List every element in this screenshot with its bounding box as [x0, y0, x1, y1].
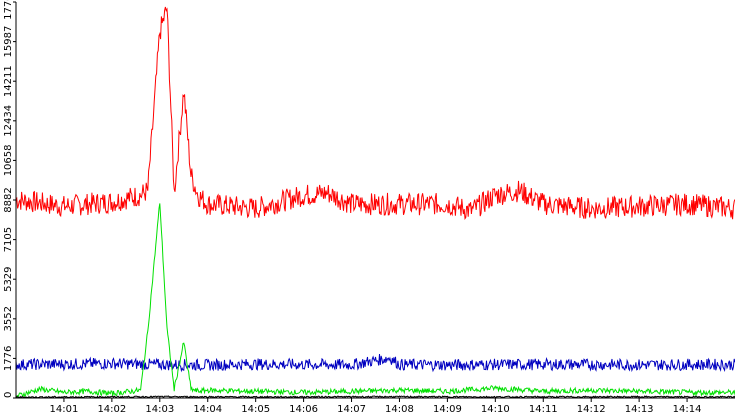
y-tick-label-7: 12434 — [3, 105, 14, 137]
y-tick-label-9: 15987 — [3, 26, 14, 58]
series-line-3 — [15, 395, 735, 399]
x-tick-label-3: 14:04 — [193, 404, 222, 415]
x-tick-label-2: 14:03 — [145, 404, 174, 415]
x-tick-label-6: 14:07 — [337, 404, 366, 415]
y-tick-label-10: 17764 — [3, 0, 14, 20]
series-layer — [15, 6, 735, 399]
y-tick-label-4: 7105 — [3, 227, 14, 252]
x-tick-label-1: 14:02 — [97, 404, 126, 415]
series-line-2 — [15, 203, 735, 398]
x-tick-label-13: 14:14 — [673, 404, 702, 415]
x-tick-label-5: 14:06 — [289, 404, 318, 415]
y-tick-label-5: 8882 — [3, 187, 14, 212]
x-tick-label-11: 14:12 — [577, 404, 606, 415]
y-tick-label-6: 10658 — [3, 144, 14, 176]
x-tick-label-0: 14:01 — [50, 404, 79, 415]
series-line-1 — [15, 353, 735, 373]
x-tick-label-8: 14:09 — [433, 404, 462, 415]
x-tick-label-12: 14:13 — [625, 404, 654, 415]
x-tick-label-9: 14:10 — [481, 404, 510, 415]
x-tick-label-7: 14:08 — [385, 404, 414, 415]
x-tick-label-10: 14:11 — [529, 404, 558, 415]
y-tick-label-0: 0 — [3, 392, 14, 398]
chart-svg: 14:01 14:02 14:03 14:04 14:05 14:06 14:07 14:08… — [3, 0, 735, 415]
y-tick-label-1: 1776 — [3, 346, 14, 371]
chart: 14:01 14:02 14:03 14:04 14:05 14:06 14:07 14:08… — [0, 0, 735, 415]
series-line-0 — [15, 6, 735, 220]
x-tick-label-4: 14:05 — [241, 404, 270, 415]
y-tick-label-3: 5329 — [3, 266, 14, 291]
y-tick-label-8: 14211 — [3, 65, 14, 97]
y-tick-label-2: 3552 — [3, 306, 14, 331]
